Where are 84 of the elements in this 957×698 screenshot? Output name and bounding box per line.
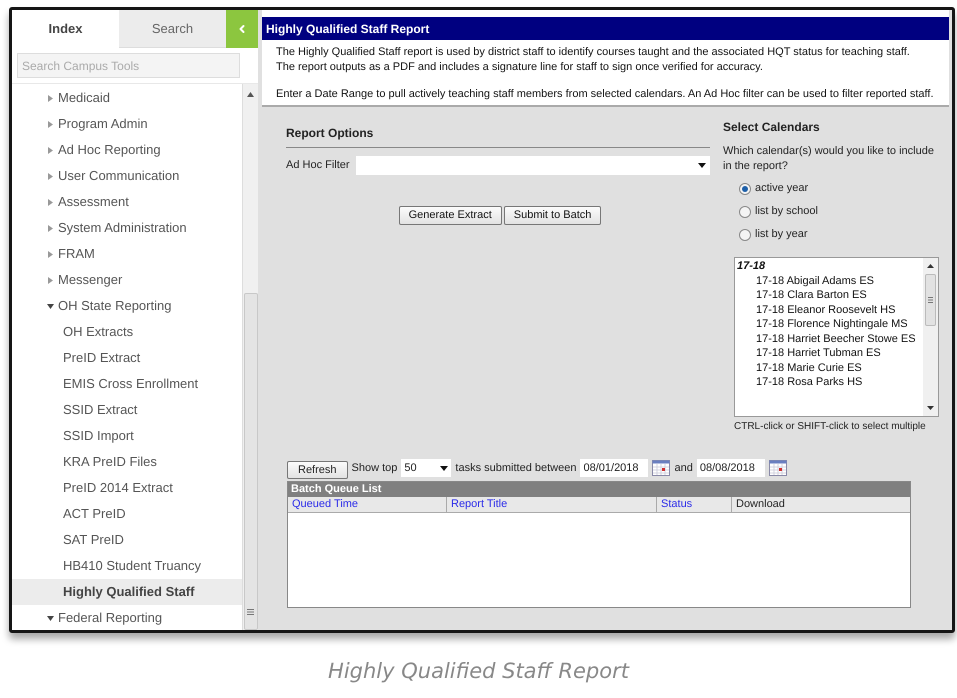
calendar-icon[interactable]: [652, 460, 670, 476]
collapsed-triangle-icon: [47, 172, 54, 180]
expanded-triangle-icon: [47, 302, 54, 310]
nav-item[interactable]: Assessment: [12, 189, 242, 215]
nav-item[interactable]: User Communication: [12, 163, 242, 189]
collapsed-triangle-icon: [47, 224, 54, 232]
collapsed-triangle-icon: [47, 198, 54, 206]
calendar-option[interactable]: 17-18 Harriet Beecher Stowe ES: [735, 332, 923, 346]
grip-icon: [928, 297, 933, 303]
report-title-bar: Highly Qualified Staff Report: [262, 17, 949, 40]
nav-item[interactable]: HB410 Student Truancy: [12, 553, 242, 579]
scroll-thumb[interactable]: [244, 293, 258, 630]
start-date-field[interactable]: 08/01/2018: [580, 459, 648, 477]
calendar-option[interactable]: 17-18 Rosa Parks HS: [735, 375, 923, 390]
radio-label: list by year: [755, 227, 808, 242]
calendar-listbox[interactable]: [734, 257, 939, 417]
calendar-option[interactable]: 17-18 Harriet Tubman ES: [735, 346, 923, 360]
nav-item[interactable]: OH Extracts: [12, 319, 242, 345]
calendar-option[interactable]: 17-18 Eleanor Roosevelt HS: [735, 302, 923, 317]
nav-item[interactable]: OH State Reporting: [12, 293, 242, 319]
nav-item[interactable]: FRAM: [12, 241, 242, 267]
expanded-triangle-icon: [47, 614, 54, 622]
count-select[interactable]: 50: [401, 459, 452, 477]
refresh-button[interactable]: Refresh: [287, 460, 348, 478]
question-text: Which calendar(s) would you like to include in the report?: [723, 144, 935, 174]
radio-label: active year: [755, 181, 808, 196]
nav-item[interactable]: Program Admin: [12, 111, 242, 137]
nav-item[interactable]: Messenger: [12, 267, 242, 293]
column-header[interactable]: Report Title: [446, 497, 656, 512]
section-heading: Select Calendars: [723, 119, 821, 136]
calendar-group: 17-18: [735, 259, 923, 274]
calendar-option[interactable]: 17-18 Clara Barton ES: [735, 288, 923, 302]
nav-item[interactable]: EMIS Cross Enrollment: [12, 371, 242, 397]
nav-item[interactable]: SAT PreID: [12, 527, 242, 553]
nav-item[interactable]: SSID Extract: [12, 397, 242, 423]
scroll-down-icon[interactable]: [927, 406, 934, 410]
sidebar-tab[interactable]: Search: [119, 10, 226, 48]
field-label: Ad Hoc Filter: [286, 158, 351, 174]
end-date-field[interactable]: 08/08/2018: [696, 459, 765, 477]
nav-item[interactable]: Highly Qualified Staff: [12, 579, 242, 605]
column-header[interactable]: Status: [656, 497, 731, 512]
table-title: Batch Queue List: [288, 482, 910, 497]
caret-icon: [440, 466, 448, 470]
hint-text: CTRL-click or SHIFT-click to select multiple: [734, 420, 927, 434]
description-text: Enter a Date Range to pull actively teaching staff members from selected calendars. An Ad Hoc filter can be used to filter reported staff.: [276, 87, 934, 102]
nav-item[interactable]: Federal Reporting: [12, 605, 242, 630]
calendar-icon[interactable]: [768, 460, 787, 476]
column-header: Download: [731, 497, 910, 512]
scroll-thumb[interactable]: [925, 274, 936, 326]
column-header[interactable]: Queued Time: [288, 497, 446, 512]
search-field[interactable]: Search Campus Tools: [17, 53, 240, 78]
section-heading: Report Options: [286, 124, 710, 148]
caret-icon: [698, 163, 706, 168]
calendar-option[interactable]: 17-18 Florence Nightingale MS: [735, 317, 923, 332]
collapsed-triangle-icon: [47, 250, 54, 258]
nav-item[interactable]: System Administration: [12, 215, 242, 241]
radio-label: list by school: [755, 204, 818, 220]
calendar-option[interactable]: 17-18 Marie Curie ES: [735, 360, 923, 375]
nav-item[interactable]: ACT PreID: [12, 501, 242, 527]
and-label: and: [674, 460, 693, 476]
collapsed-triangle-icon: [47, 146, 54, 154]
radio-button[interactable]: [739, 182, 751, 194]
collapsed-triangle-icon: [47, 120, 54, 128]
radio-button[interactable]: [739, 206, 751, 218]
nav-item[interactable]: PreID 2014 Extract: [12, 475, 242, 501]
nav-item[interactable]: PreID Extract: [12, 345, 242, 371]
scroll-up-icon[interactable]: [247, 92, 254, 97]
scroll-up-icon[interactable]: [927, 264, 934, 268]
scrollbar[interactable]: [242, 84, 258, 630]
action-button[interactable]: Submit to Batch: [504, 206, 602, 225]
nav-item[interactable]: Ad Hoc Reporting: [12, 137, 242, 163]
nav-item[interactable]: SSID Import: [12, 423, 242, 449]
action-button[interactable]: Generate Extract: [398, 206, 502, 225]
show-top-label: Show top: [352, 460, 398, 476]
radio-button[interactable]: [739, 228, 751, 240]
nav-item[interactable]: Medicaid: [12, 85, 242, 111]
caption: Highly Qualified Staff Report: [327, 658, 631, 685]
collapsed-triangle-icon: [47, 276, 54, 284]
nav-item[interactable]: KRA PreID Files: [12, 449, 242, 475]
description-text: The Highly Qualified Staff report is used by district staff to identify courses taught and the associated HQT status for teaching staff. The report outputs as a PDF and includes a signature line for staff to sign once verified for accuracy.: [276, 45, 911, 75]
collapsed-triangle-icon: [47, 94, 54, 102]
grip-icon: [247, 609, 254, 615]
range-label: tasks submitted between: [455, 460, 576, 476]
calendar-option[interactable]: 17-18 Abigail Adams ES: [735, 274, 923, 288]
